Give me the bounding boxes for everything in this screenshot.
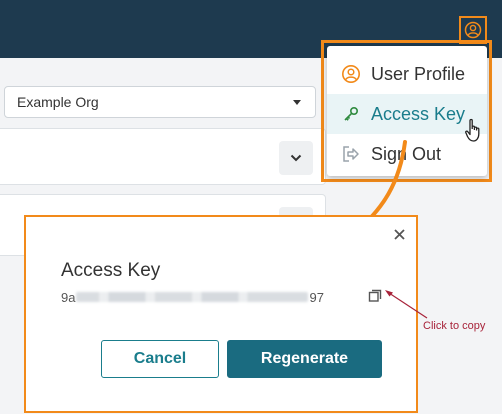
key-prefix: 9a xyxy=(61,289,76,305)
access-key-dialog: Access Key 9a 97 Cancel Regenerate xyxy=(24,215,418,413)
hand-pointer-icon xyxy=(465,118,480,142)
content-panel xyxy=(0,128,326,185)
org-select[interactable]: Example Org xyxy=(4,86,316,118)
close-icon xyxy=(393,228,405,240)
org-select-value: Example Org xyxy=(17,94,99,110)
menu-item-user-profile[interactable]: User Profile xyxy=(327,54,487,94)
regenerate-button[interactable]: Regenerate xyxy=(227,340,382,378)
caret-down-icon xyxy=(293,100,301,105)
expand-button[interactable] xyxy=(279,141,313,175)
access-key-value: 9a 97 xyxy=(61,289,324,305)
user-circle-icon xyxy=(464,21,482,39)
menu-item-access-key[interactable]: Access Key xyxy=(327,94,487,134)
callout-arrow xyxy=(385,290,428,319)
dialog-title: Access Key xyxy=(61,260,161,281)
copy-icon[interactable] xyxy=(368,289,382,303)
chevron-down-icon xyxy=(290,154,302,162)
key-suffix: 97 xyxy=(309,289,324,305)
close-button[interactable] xyxy=(391,226,407,242)
menu-item-label: Access Key xyxy=(371,103,466,124)
copy-hint-label: Click to copy xyxy=(423,320,486,332)
menu-item-label: User Profile xyxy=(371,63,466,84)
key-icon xyxy=(341,104,361,124)
key-redacted xyxy=(76,292,309,302)
user-circle-icon xyxy=(341,64,361,84)
cancel-button[interactable]: Cancel xyxy=(101,340,219,378)
